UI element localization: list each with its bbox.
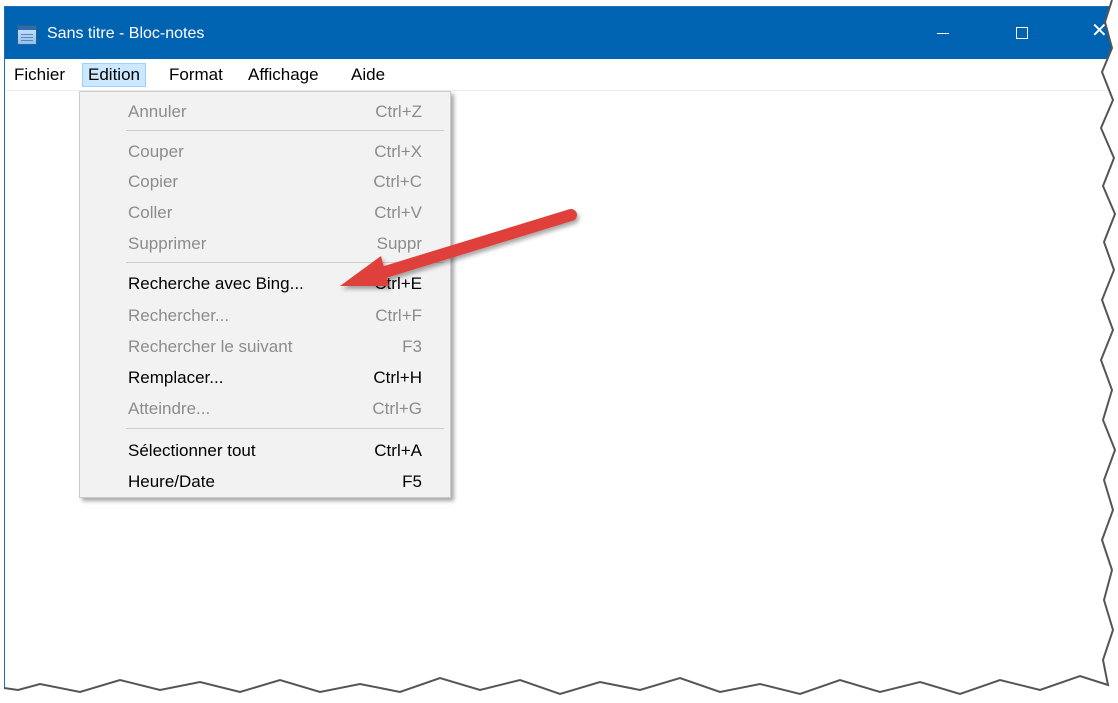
menu-affichage[interactable]: Affichage [243, 63, 324, 87]
menu-item-label: Atteindre... [128, 399, 211, 418]
menu-item-coller[interactable]: Coller Ctrl+V [80, 198, 450, 228]
menu-item-label: Rechercher... [128, 306, 230, 325]
menu-separator [126, 262, 444, 263]
close-icon: ✕ [1091, 20, 1108, 42]
menu-item-shortcut: Ctrl+E [374, 274, 422, 293]
menu-item-selectionner-tout[interactable]: Sélectionner tout Ctrl+A [80, 436, 450, 466]
menu-item-copier[interactable]: Copier Ctrl+C [80, 167, 450, 197]
menu-item-shortcut: Ctrl+C [373, 172, 422, 191]
menu-fichier[interactable]: Fichier [9, 63, 70, 87]
menu-separator [126, 130, 444, 131]
menu-item-shortcut: Ctrl+V [374, 203, 422, 222]
menu-aide[interactable]: Aide [346, 63, 390, 87]
notepad-icon [17, 25, 37, 45]
window-title: Sans titre - Bloc-notes [47, 25, 205, 42]
menu-separator [126, 428, 444, 429]
menu-item-shortcut: F3 [402, 337, 422, 356]
maximize-button[interactable] [1000, 7, 1046, 59]
menu-item-shortcut: Ctrl+A [374, 441, 422, 460]
menu-item-shortcut: Ctrl+Z [375, 102, 422, 121]
menu-item-label: Coller [128, 203, 173, 222]
menu-item-shortcut: Ctrl+F [375, 306, 422, 325]
close-button[interactable]: ✕ [1077, 7, 1118, 59]
title-bar[interactable]: Sans titre - Bloc-notes ✕ [5, 7, 1118, 59]
menu-item-rechercher[interactable]: Rechercher... Ctrl+F [80, 301, 450, 331]
menu-item-label: Recherche avec Bing... [128, 274, 304, 293]
menu-format[interactable]: Format [164, 63, 228, 87]
edition-dropdown-menu: Annuler Ctrl+Z Couper Ctrl+X Copier Ctrl… [79, 91, 451, 498]
menu-item-label: Sélectionner tout [128, 441, 256, 460]
menu-bar: Fichier Edition Format Affichage Aide [5, 59, 1118, 91]
menu-item-label: Annuler [128, 102, 187, 121]
menu-item-remplacer[interactable]: Remplacer... Ctrl+H [80, 363, 450, 393]
menu-item-shortcut: Ctrl+H [373, 368, 422, 387]
menu-item-label: Remplacer... [128, 368, 224, 387]
menu-item-rechercher-suivant[interactable]: Rechercher le suivant F3 [80, 332, 450, 362]
menu-item-supprimer[interactable]: Supprimer Suppr [80, 229, 450, 259]
menu-item-heure-date[interactable]: Heure/Date F5 [80, 467, 450, 497]
menu-item-label: Rechercher le suivant [128, 337, 293, 356]
menu-item-label: Couper [128, 142, 184, 161]
menu-item-label: Copier [128, 172, 179, 191]
menu-item-recherche-bing[interactable]: Recherche avec Bing... Ctrl+E [80, 269, 450, 299]
menu-item-shortcut: Ctrl+X [374, 142, 422, 161]
menu-item-shortcut: Suppr [376, 234, 422, 253]
menu-item-annuler[interactable]: Annuler Ctrl+Z [80, 97, 450, 127]
menu-item-atteindre[interactable]: Atteindre... Ctrl+G [80, 394, 450, 424]
menu-item-label: Heure/Date [128, 472, 215, 491]
menu-item-shortcut: Ctrl+G [372, 399, 422, 418]
menu-edition[interactable]: Edition [82, 63, 146, 87]
menu-item-label: Supprimer [128, 234, 207, 253]
menu-item-shortcut: F5 [402, 472, 422, 491]
menu-item-couper[interactable]: Couper Ctrl+X [80, 137, 450, 167]
minimize-button[interactable] [920, 7, 966, 59]
